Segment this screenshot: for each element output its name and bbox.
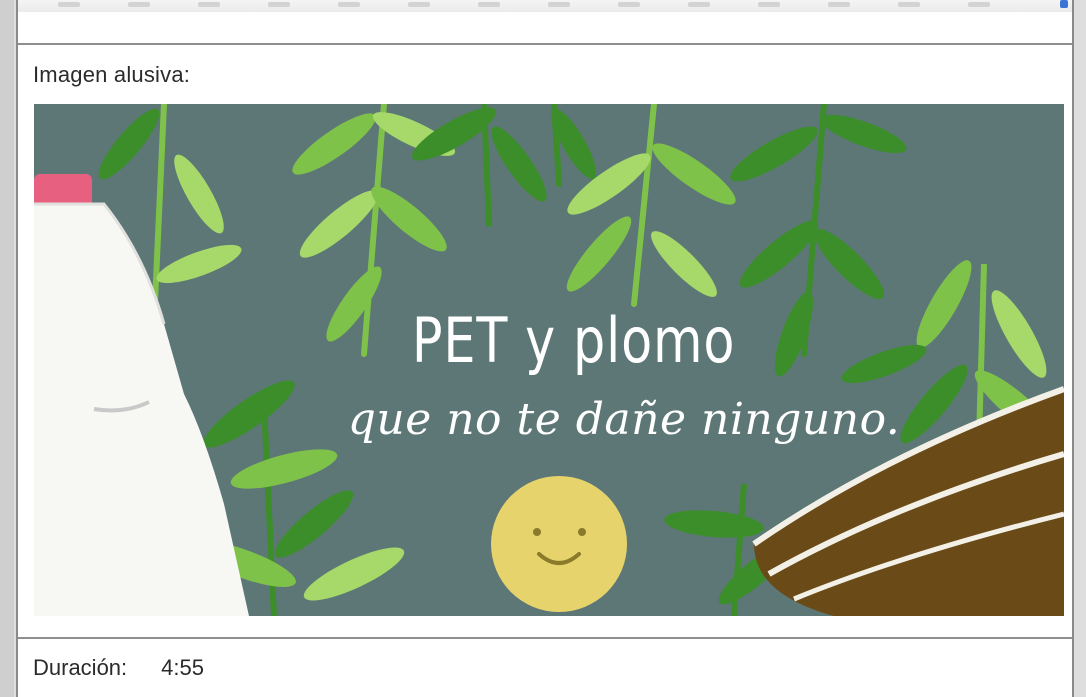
illustration-image[interactable]: PET y plomo que no te dañe ninguno. — [34, 104, 1064, 616]
duration-value: 4:55 — [161, 655, 204, 680]
toolbar-tick — [408, 2, 430, 7]
smiley-face-icon — [491, 476, 627, 612]
left-scrollbar-gutter[interactable] — [0, 0, 14, 697]
illustration-subtitle: que no te dañe ninguno. — [347, 394, 901, 445]
toolbar-tick — [618, 2, 640, 7]
toolbar-tick — [898, 2, 920, 7]
toolbar-tick — [548, 2, 570, 7]
toolbar-tick — [758, 2, 780, 7]
top-toolbar-strip — [18, 0, 1072, 12]
illustration-title: PET y plomo — [411, 304, 736, 377]
duration-label: Duración: — [33, 655, 128, 680]
bottom-divider — [18, 637, 1072, 639]
duration-row: Duración: 4:55 — [33, 655, 204, 681]
toolbar-tick — [198, 2, 220, 7]
top-divider — [18, 43, 1072, 45]
toolbar-tick — [338, 2, 360, 7]
toolbar-tick — [268, 2, 290, 7]
page: Imagen alusiva: PET y plomo que no te da… — [0, 0, 1086, 697]
image-label: Imagen alusiva: — [33, 62, 191, 87]
toolbar-tick — [58, 2, 80, 7]
toolbar-tick — [478, 2, 500, 7]
toolbar-tick — [128, 2, 150, 7]
content-panel: Imagen alusiva: PET y plomo que no te da… — [16, 0, 1074, 697]
toolbar-tick — [828, 2, 850, 7]
toolbar-tick — [688, 2, 710, 7]
accent-marker — [1060, 0, 1068, 8]
toolbar-tick — [968, 2, 990, 7]
